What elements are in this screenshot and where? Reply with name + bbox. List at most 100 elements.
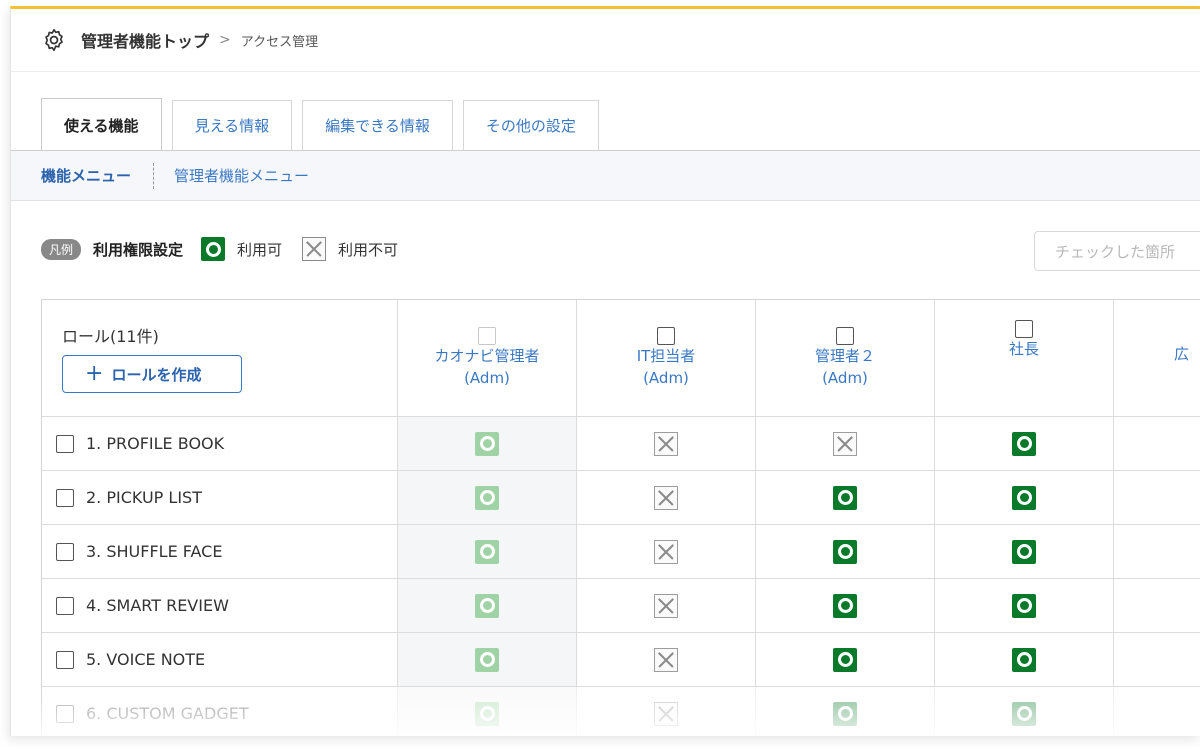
permission-cell[interactable] bbox=[398, 525, 577, 579]
column-header: カオナビ管理者 (Adm) bbox=[398, 300, 577, 417]
column-sub: (Adm) bbox=[464, 369, 510, 387]
permission-cell[interactable] bbox=[756, 579, 935, 633]
row-label: 6. CUSTOM GADGET bbox=[86, 704, 249, 723]
legend-denied-label: 利用不可 bbox=[338, 240, 399, 259]
column-checkbox[interactable] bbox=[836, 327, 854, 345]
permission-cell[interactable] bbox=[398, 633, 577, 687]
tab-visible-info[interactable]: 見える情報 bbox=[171, 100, 293, 150]
permission-cell[interactable] bbox=[577, 417, 756, 471]
legend-badge: 凡例 bbox=[41, 238, 82, 260]
denied-icon bbox=[833, 431, 857, 456]
column-checkbox[interactable] bbox=[657, 327, 675, 345]
allowed-icon bbox=[833, 647, 857, 672]
permission-cell[interactable] bbox=[935, 579, 1114, 633]
tab-usable-features[interactable]: 使える機能 bbox=[41, 98, 162, 151]
column-header: 社長 bbox=[935, 300, 1114, 417]
denied-icon bbox=[654, 485, 678, 510]
permission-cell[interactable] bbox=[398, 687, 577, 736]
row-checkbox[interactable] bbox=[56, 488, 74, 507]
allowed-icon bbox=[833, 485, 857, 510]
allowed-icon bbox=[833, 701, 857, 726]
denied-icon bbox=[654, 431, 678, 456]
permission-cell[interactable] bbox=[398, 471, 577, 525]
permission-cell[interactable] bbox=[1114, 471, 1200, 525]
subnav-divider bbox=[153, 162, 155, 189]
permission-cell[interactable] bbox=[756, 417, 935, 471]
breadcrumb-current: アクセス管理 bbox=[240, 34, 319, 50]
table-header-row: ロール(11件) + ロールを作成 カオナビ管理者 (Adm) IT担当者 (A… bbox=[42, 300, 1200, 417]
permission-cell[interactable] bbox=[1114, 525, 1200, 579]
table-body: 1. PROFILE BOOK 2. PICKUP LIST 3. SHUFFLE … bbox=[42, 417, 1200, 736]
permission-cell[interactable] bbox=[756, 687, 935, 736]
row-label: 2. PICKUP LIST bbox=[86, 488, 202, 507]
row-checkbox[interactable] bbox=[56, 704, 74, 723]
permission-cell[interactable] bbox=[577, 633, 756, 687]
permission-cell[interactable] bbox=[756, 471, 935, 525]
row-label-cell: 4. SMART REVIEW bbox=[42, 579, 398, 633]
permission-cell[interactable] bbox=[577, 471, 756, 525]
denied-icon bbox=[654, 701, 678, 726]
row-label-cell: 3. SHUFFLE FACE bbox=[42, 525, 398, 579]
allowed-icon bbox=[475, 593, 499, 618]
permission-cell[interactable] bbox=[1114, 633, 1200, 687]
allowed-icon bbox=[833, 539, 857, 564]
table-row: 2. PICKUP LIST bbox=[42, 471, 1200, 525]
allowed-icon bbox=[1012, 431, 1036, 456]
column-checkbox[interactable] bbox=[478, 327, 496, 345]
subnav-admin-feature-menu[interactable]: 管理者機能メニュー bbox=[174, 165, 309, 186]
permission-cell[interactable] bbox=[935, 633, 1114, 687]
table-row: 3. SHUFFLE FACE bbox=[42, 525, 1200, 579]
permission-cell[interactable] bbox=[935, 417, 1114, 471]
tab-editable-info[interactable]: 編集できる情報 bbox=[302, 100, 453, 150]
column-name[interactable]: 管理者２ bbox=[815, 345, 875, 367]
permission-cell[interactable] bbox=[1114, 579, 1200, 633]
app-window: 管理者機能トップ > アクセス管理 使える機能 見える情報 編集できる情報 その… bbox=[10, 6, 1200, 736]
permission-cell[interactable] bbox=[577, 579, 756, 633]
permission-cell[interactable] bbox=[577, 525, 756, 579]
allowed-icon bbox=[1012, 701, 1036, 726]
permission-cell[interactable] bbox=[577, 687, 756, 736]
column-name[interactable]: IT担当者 bbox=[637, 345, 696, 367]
role-header-cell: ロール(11件) + ロールを作成 bbox=[42, 300, 398, 417]
permission-cell[interactable] bbox=[398, 579, 577, 633]
permission-cell[interactable] bbox=[935, 471, 1114, 525]
row-checkbox[interactable] bbox=[56, 542, 74, 561]
checked-items-button[interactable]: チェックした箇所 bbox=[1034, 231, 1200, 271]
column-checkbox[interactable] bbox=[1015, 320, 1033, 338]
column-sub: (Adm) bbox=[822, 369, 868, 387]
permission-cell[interactable] bbox=[935, 525, 1114, 579]
permission-cell[interactable] bbox=[935, 687, 1114, 736]
breadcrumb-admin-top[interactable]: 管理者機能トップ bbox=[81, 28, 209, 52]
plus-icon: + bbox=[85, 361, 104, 386]
gear-icon[interactable] bbox=[41, 27, 67, 53]
column-sub: (Adm) bbox=[643, 369, 689, 387]
row-label: 1. PROFILE BOOK bbox=[86, 434, 225, 453]
column-header: IT担当者 (Adm) bbox=[577, 300, 756, 417]
legend: 凡例 利用権限設定 利用可 利用不可 bbox=[41, 237, 418, 261]
permission-cell[interactable] bbox=[756, 525, 935, 579]
create-role-label: ロールを作成 bbox=[111, 365, 202, 384]
row-label-cell: 2. PICKUP LIST bbox=[42, 471, 398, 525]
breadcrumb-separator: > bbox=[219, 32, 231, 48]
row-checkbox[interactable] bbox=[56, 596, 74, 615]
permission-table: ロール(11件) + ロールを作成 カオナビ管理者 (Adm) IT担当者 (A… bbox=[41, 299, 1200, 736]
column-name[interactable]: カオナビ管理者 bbox=[434, 345, 539, 367]
permission-cell[interactable] bbox=[1114, 417, 1200, 471]
subnav-feature-menu[interactable]: 機能メニュー bbox=[41, 165, 131, 186]
row-checkbox[interactable] bbox=[56, 650, 74, 669]
table-row: 4. SMART REVIEW bbox=[42, 579, 1200, 633]
legend-title: 利用権限設定 bbox=[93, 240, 184, 259]
permission-cell[interactable] bbox=[1114, 687, 1200, 736]
column-name[interactable]: 社長 bbox=[1009, 338, 1039, 360]
row-label: 3. SHUFFLE FACE bbox=[86, 542, 223, 561]
permission-cell[interactable] bbox=[756, 633, 935, 687]
legend-allowed-label: 利用可 bbox=[237, 240, 283, 259]
sub-navigation: 機能メニュー 管理者機能メニュー bbox=[11, 151, 1200, 201]
row-checkbox[interactable] bbox=[56, 434, 74, 453]
denied-icon bbox=[654, 593, 678, 618]
column-name[interactable]: 広 bbox=[1174, 343, 1189, 365]
tab-other-settings[interactable]: その他の設定 bbox=[462, 100, 599, 150]
permission-cell[interactable] bbox=[398, 417, 577, 471]
row-label: 4. SMART REVIEW bbox=[86, 596, 229, 615]
create-role-button[interactable]: + ロールを作成 bbox=[62, 355, 242, 393]
